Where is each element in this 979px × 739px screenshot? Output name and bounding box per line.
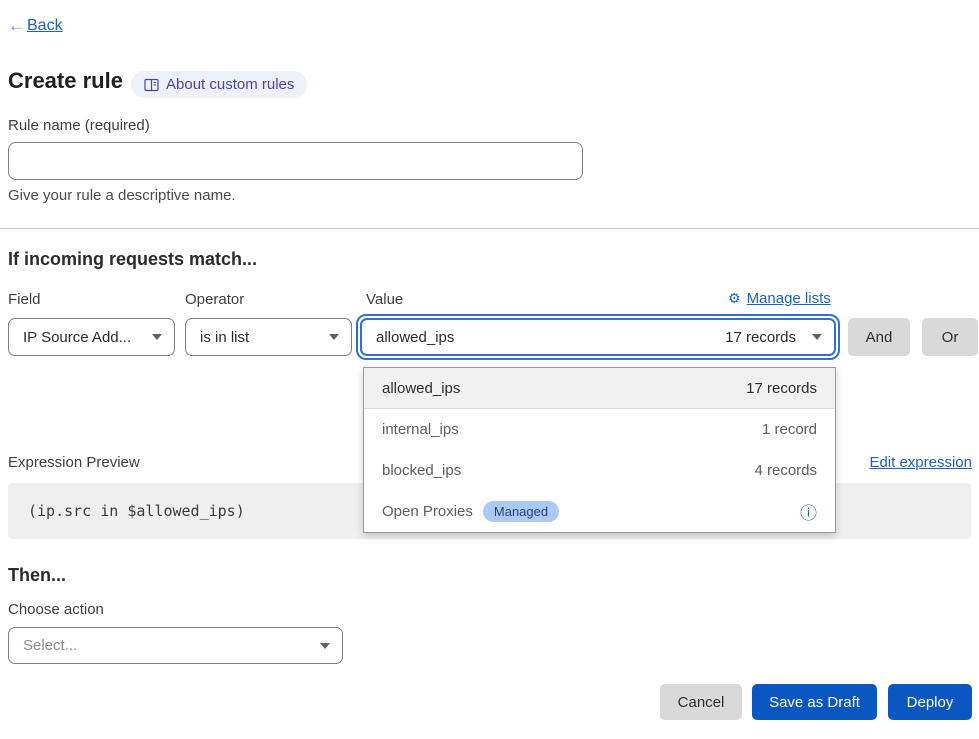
- expression-preview-label: Expression Preview: [8, 454, 140, 471]
- value-select-record-count: 17 records: [725, 329, 796, 346]
- rule-name-input[interactable]: [8, 142, 583, 180]
- save-as-draft-button[interactable]: Save as Draft: [752, 684, 877, 720]
- chevron-down-icon: [812, 334, 822, 340]
- book-icon: [144, 78, 159, 92]
- deploy-button[interactable]: Deploy: [888, 684, 972, 720]
- gear-icon: ⚙: [728, 290, 741, 307]
- edit-expression-link[interactable]: Edit expression: [869, 454, 972, 471]
- operator-select-value: is in list: [200, 329, 249, 346]
- match-section-heading: If incoming requests match...: [8, 249, 257, 270]
- about-custom-rules-label: About custom rules: [166, 76, 294, 93]
- manage-lists-label: Manage lists: [747, 290, 831, 307]
- list-record-count: 4 records: [754, 462, 817, 479]
- back-link-label: Back: [27, 17, 63, 35]
- chevron-down-icon: [329, 334, 339, 340]
- choose-action-label: Choose action: [8, 601, 104, 618]
- list-name: blocked_ips: [382, 462, 461, 479]
- list-record-count: 17 records: [746, 380, 817, 397]
- field-select[interactable]: IP Source Add...: [8, 318, 175, 356]
- back-link[interactable]: ←Back: [8, 16, 63, 36]
- about-custom-rules-badge[interactable]: About custom rules: [131, 71, 307, 98]
- and-button[interactable]: And: [848, 318, 910, 356]
- field-select-value: IP Source Add...: [23, 329, 131, 346]
- operator-select[interactable]: is in list: [185, 318, 352, 356]
- rule-name-helper-text: Give your rule a descriptive name.: [8, 187, 236, 204]
- back-arrow-icon: ←: [8, 16, 25, 36]
- managed-badge: Managed: [483, 501, 559, 522]
- expression-code: (ip.src in $allowed_ips): [28, 502, 245, 520]
- page-title: Create rule: [8, 68, 123, 94]
- then-section-heading: Then...: [8, 565, 66, 586]
- value-select-name: allowed_ips: [376, 329, 454, 346]
- manage-lists-link[interactable]: ⚙ Manage lists: [728, 290, 831, 307]
- value-select[interactable]: allowed_ips 17 records: [360, 318, 836, 356]
- or-button[interactable]: Or: [922, 318, 978, 356]
- cancel-button[interactable]: Cancel: [660, 684, 742, 720]
- info-icon[interactable]: ⓘ: [800, 499, 817, 524]
- dropdown-item-blocked-ips[interactable]: blocked_ips 4 records: [364, 450, 835, 491]
- list-name: internal_ips: [382, 421, 459, 438]
- rule-name-label: Rule name (required): [8, 117, 150, 134]
- operator-label: Operator: [185, 291, 244, 308]
- action-select[interactable]: Select...: [8, 627, 343, 664]
- list-name: allowed_ips: [382, 380, 460, 397]
- field-label: Field: [8, 291, 41, 308]
- dropdown-item-allowed-ips[interactable]: allowed_ips 17 records: [364, 368, 835, 409]
- action-select-placeholder: Select...: [23, 637, 77, 654]
- section-divider: [0, 228, 979, 229]
- create-rule-page: ←Back Create rule About custom rules Rul…: [0, 0, 979, 739]
- chevron-down-icon: [152, 334, 162, 340]
- dropdown-item-internal-ips[interactable]: internal_ips 1 record: [364, 409, 835, 450]
- value-dropdown-panel: allowed_ips 17 records internal_ips 1 re…: [363, 367, 836, 533]
- list-name: Open Proxies: [382, 503, 473, 520]
- list-record-count: 1 record: [762, 421, 817, 438]
- chevron-down-icon: [320, 643, 330, 649]
- dropdown-item-open-proxies[interactable]: Open Proxies Managed ⓘ: [364, 491, 835, 532]
- value-select-focus-ring: allowed_ips 17 records: [356, 314, 840, 360]
- value-label: Value: [366, 291, 403, 308]
